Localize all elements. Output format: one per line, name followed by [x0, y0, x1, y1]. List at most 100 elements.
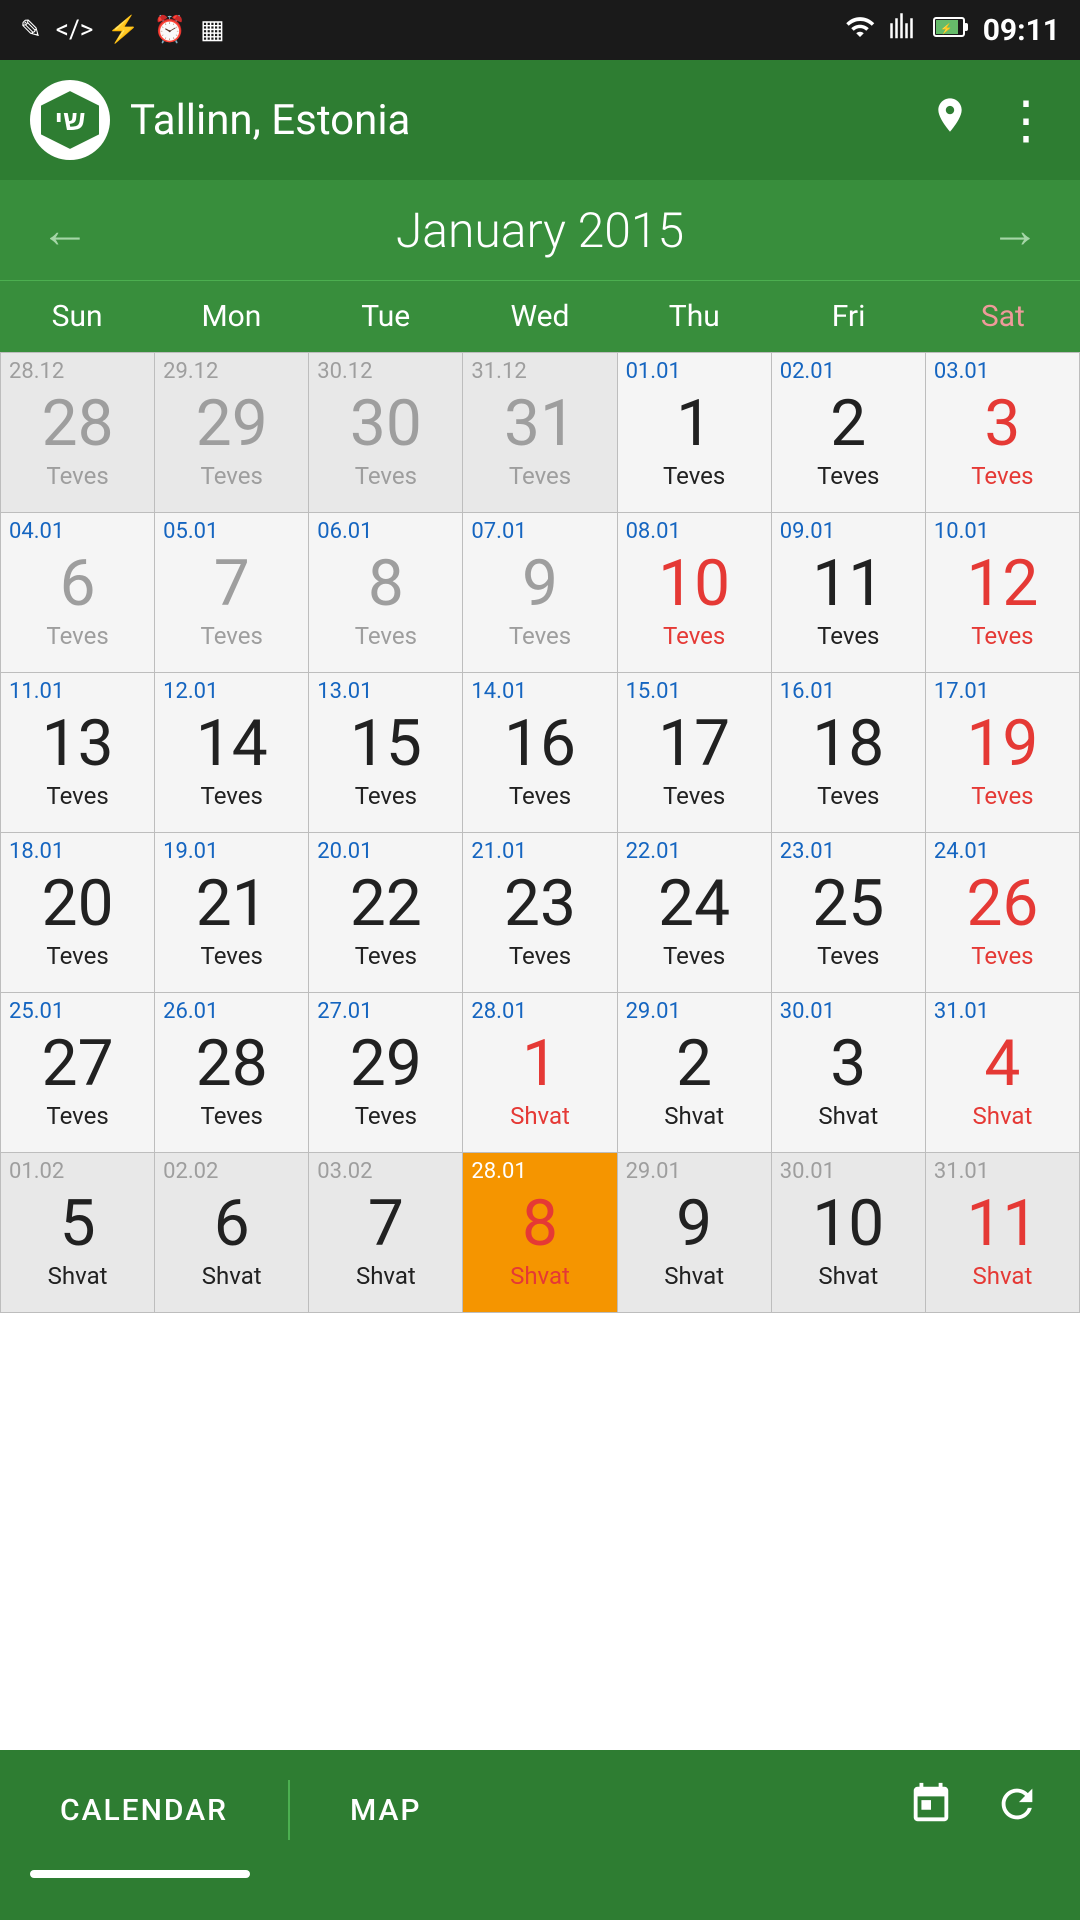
- table-row[interactable]: 29.019Shvat: [618, 1153, 772, 1313]
- cell-hebrew-month: Shvat: [48, 1262, 108, 1291]
- table-row[interactable]: 28.011Shvat: [463, 993, 617, 1153]
- month-year-title: January 2015: [396, 202, 684, 259]
- cell-hebrew-month: Teves: [201, 1102, 263, 1131]
- cell-small-date: 27.01: [317, 999, 372, 1025]
- table-row[interactable]: 29.1229Teves: [155, 353, 309, 513]
- calendar-icon[interactable]: [908, 1781, 954, 1839]
- table-row[interactable]: 11.01 13 Teves: [1, 673, 155, 833]
- cell-small-date: 31.12: [471, 359, 526, 385]
- cell-day-number: 15: [350, 709, 422, 779]
- table-row[interactable]: 10.0112Teves: [926, 513, 1080, 673]
- day-header-sat: Sat: [926, 281, 1080, 352]
- table-row[interactable]: 07.019Teves: [463, 513, 617, 673]
- cell-hebrew-month: Teves: [201, 782, 263, 811]
- table-row[interactable]: 16.0118Teves: [772, 673, 926, 833]
- cell-small-date: 11.01: [9, 679, 64, 705]
- table-row[interactable]: 30.1230Teves: [309, 353, 463, 513]
- table-row[interactable]: 23.0125Teves: [772, 833, 926, 993]
- location-icon[interactable]: [930, 95, 970, 145]
- day-header-tue: Tue: [309, 281, 463, 352]
- day-headers: Sun Mon Tue Wed Thu Fri Sat: [0, 280, 1080, 352]
- cell-small-date: 17.01: [934, 679, 989, 705]
- table-row[interactable]: 28.1228Teves: [1, 353, 155, 513]
- cell-small-date: 19.01: [163, 839, 218, 865]
- table-row[interactable]: 31.014Shvat: [926, 993, 1080, 1153]
- table-row[interactable]: 26.0128Teves: [155, 993, 309, 1153]
- next-month-button[interactable]: →: [990, 201, 1040, 260]
- cell-small-date: 14.01: [471, 679, 526, 705]
- day-header-mon: Mon: [154, 281, 308, 352]
- svg-text:⚡: ⚡: [940, 22, 952, 35]
- cell-small-date: 05.01: [163, 519, 218, 545]
- cell-day-number: 10: [812, 1189, 884, 1259]
- cell-small-date: 16.01: [780, 679, 835, 705]
- cell-day-number: 10: [658, 549, 730, 619]
- table-row[interactable]: 18.0120Teves: [1, 833, 155, 993]
- cell-small-date: 03.01: [934, 359, 989, 385]
- cell-day-number: 7: [214, 549, 250, 619]
- status-icons-left: ✎ </> ⚡ ⏰ ▦: [20, 15, 225, 45]
- cell-day-number: 7: [368, 1189, 404, 1259]
- cell-small-date: 28.01: [471, 1159, 526, 1185]
- cell-small-date: 30.01: [780, 1159, 835, 1185]
- table-row[interactable]: 30.0110Shvat: [772, 1153, 926, 1313]
- table-row[interactable]: 01.011Teves: [618, 353, 772, 513]
- app-header-right: ⋮: [930, 90, 1050, 151]
- cell-hebrew-month: Teves: [46, 1102, 108, 1131]
- cell-small-date: 28.01: [471, 999, 526, 1025]
- table-row[interactable]: 02.026Shvat: [155, 1153, 309, 1313]
- cell-small-date: 28.12: [9, 359, 64, 385]
- table-row[interactable]: 20.0122Teves: [309, 833, 463, 993]
- table-row[interactable]: 15.0117Teves: [618, 673, 772, 833]
- app-city: Tallinn, Estonia: [130, 96, 410, 145]
- table-row[interactable]: 08.0110Teves: [618, 513, 772, 673]
- table-row[interactable]: 12.0114Teves: [155, 673, 309, 833]
- table-row[interactable]: 29.012Shvat: [618, 993, 772, 1153]
- cell-day-number: 8: [368, 549, 404, 619]
- table-row[interactable]: 28.018Shvat: [463, 1153, 617, 1313]
- cell-day-number: 3: [984, 389, 1020, 459]
- cell-hebrew-month: Teves: [355, 1102, 417, 1131]
- table-row[interactable]: 22.0124Teves: [618, 833, 772, 993]
- table-row[interactable]: 03.027Shvat: [309, 1153, 463, 1313]
- cell-hebrew-month: Teves: [509, 462, 571, 491]
- table-row[interactable]: 17.0119Teves: [926, 673, 1080, 833]
- cell-day-number: 24: [658, 869, 730, 939]
- table-row[interactable]: 02.012Teves: [772, 353, 926, 513]
- table-row[interactable]: 30.013Shvat: [772, 993, 926, 1153]
- table-row[interactable]: 01.025Shvat: [1, 1153, 155, 1313]
- cell-day-number: 11: [812, 549, 884, 619]
- table-row[interactable]: 04.016Teves: [1, 513, 155, 673]
- cell-hebrew-month: Teves: [971, 782, 1033, 811]
- menu-icon[interactable]: ⋮: [1000, 90, 1050, 151]
- table-row[interactable]: 27.0129Teves: [309, 993, 463, 1153]
- table-row[interactable]: 24.0126Teves: [926, 833, 1080, 993]
- table-row[interactable]: 03.013Teves: [926, 353, 1080, 513]
- cell-day-number: 21: [196, 869, 268, 939]
- cell-small-date: 06.01: [317, 519, 372, 545]
- table-row[interactable]: 19.0121Teves: [155, 833, 309, 993]
- table-row[interactable]: 31.1231Teves: [463, 353, 617, 513]
- table-row[interactable]: 25.0127Teves: [1, 993, 155, 1153]
- refresh-icon[interactable]: [994, 1781, 1040, 1839]
- table-row[interactable]: 06.018Teves: [309, 513, 463, 673]
- cell-small-date: 22.01: [626, 839, 681, 865]
- table-row[interactable]: 05.017Teves: [155, 513, 309, 673]
- table-row[interactable]: 13.0115Teves: [309, 673, 463, 833]
- table-row[interactable]: 21.0123Teves: [463, 833, 617, 993]
- table-row[interactable]: 31.0111Shvat: [926, 1153, 1080, 1313]
- cell-day-number: 6: [60, 549, 96, 619]
- table-row[interactable]: 09.0111Teves: [772, 513, 926, 673]
- battery-icon: ⚡: [933, 15, 969, 46]
- map-tab[interactable]: MAP: [290, 1750, 482, 1870]
- cell-hebrew-month: Teves: [46, 782, 108, 811]
- cell-day-number: 27: [42, 1029, 114, 1099]
- prev-month-button[interactable]: ←: [40, 201, 90, 260]
- alarm-icon: ⏰: [154, 15, 186, 45]
- app-header: שי Tallinn, Estonia ⋮: [0, 60, 1080, 180]
- table-row[interactable]: 14.0116Teves: [463, 673, 617, 833]
- calendar-tab[interactable]: CALENDAR: [0, 1750, 288, 1870]
- edit-icon: ✎: [20, 15, 42, 45]
- cell-day-number: 13: [42, 709, 114, 779]
- bottom-bar: CALENDAR MAP: [0, 1750, 1080, 1920]
